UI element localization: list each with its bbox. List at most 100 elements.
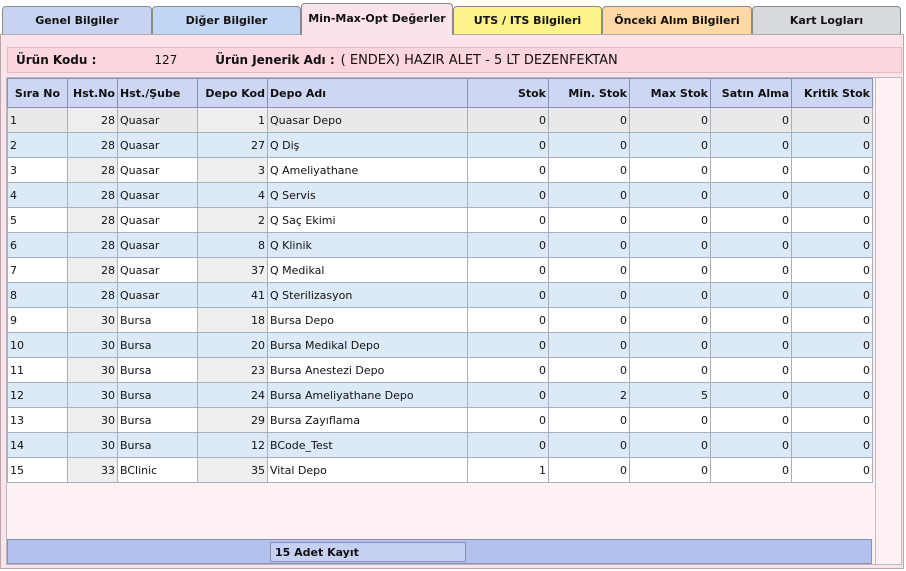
cell-hst-no[interactable]: 30	[67, 382, 118, 408]
cell-kritik-stok[interactable]: 0	[791, 182, 873, 208]
cell-depo-adi[interactable]: Q Ameliyathane	[267, 157, 468, 183]
column-header-kritik-stok[interactable]: Kritik Stok	[791, 78, 873, 108]
cell-depo-kod[interactable]: 18	[197, 307, 268, 333]
cell-depo-adi[interactable]: Q Servis	[267, 182, 468, 208]
cell-max-stok[interactable]: 0	[629, 232, 711, 258]
table-row[interactable]: 5 28 Quasar 2 Q Saç Ekimi 0 0 0 0 0	[7, 207, 873, 233]
cell-min-stok[interactable]: 0	[548, 357, 630, 383]
cell-max-stok[interactable]: 0	[629, 157, 711, 183]
column-header-hst-sube[interactable]: Hst./Şube	[117, 78, 198, 108]
cell-hst-no[interactable]: 30	[67, 357, 118, 383]
cell-stok[interactable]: 0	[467, 107, 549, 133]
cell-max-stok[interactable]: 0	[629, 307, 711, 333]
tab-onceki-alim-bilgileri[interactable]: Önceki Alım Bilgileri	[602, 6, 752, 34]
tab-diger-bilgiler[interactable]: Diğer Bilgiler	[152, 6, 301, 34]
cell-hst-sube[interactable]: Quasar	[117, 257, 198, 283]
cell-hst-sube[interactable]: Bursa	[117, 432, 198, 458]
cell-hst-no[interactable]: 28	[67, 257, 118, 283]
cell-satin-alma[interactable]: 0	[710, 307, 792, 333]
cell-depo-kod[interactable]: 1	[197, 107, 268, 133]
cell-sira-no[interactable]: 4	[7, 182, 68, 208]
cell-hst-no[interactable]: 30	[67, 307, 118, 333]
cell-max-stok[interactable]: 0	[629, 107, 711, 133]
cell-hst-no[interactable]: 28	[67, 132, 118, 158]
cell-depo-adi[interactable]: BCode_Test	[267, 432, 468, 458]
table-row[interactable]: 8 28 Quasar 41 Q Sterilizasyon 0 0 0 0 0	[7, 282, 873, 308]
cell-hst-no[interactable]: 30	[67, 332, 118, 358]
cell-hst-sube[interactable]: Quasar	[117, 107, 198, 133]
table-row[interactable]: 9 30 Bursa 18 Bursa Depo 0 0 0 0 0	[7, 307, 873, 333]
cell-stok[interactable]: 0	[467, 307, 549, 333]
cell-min-stok[interactable]: 0	[548, 282, 630, 308]
cell-max-stok[interactable]: 0	[629, 457, 711, 483]
cell-min-stok[interactable]: 0	[548, 407, 630, 433]
cell-depo-adi[interactable]: Bursa Depo	[267, 307, 468, 333]
cell-max-stok[interactable]: 5	[629, 382, 711, 408]
cell-stok[interactable]: 0	[467, 382, 549, 408]
cell-stok[interactable]: 0	[467, 257, 549, 283]
cell-sira-no[interactable]: 8	[7, 282, 68, 308]
cell-satin-alma[interactable]: 0	[710, 432, 792, 458]
cell-kritik-stok[interactable]: 0	[791, 307, 873, 333]
cell-sira-no[interactable]: 11	[7, 357, 68, 383]
cell-min-stok[interactable]: 0	[548, 132, 630, 158]
cell-sira-no[interactable]: 12	[7, 382, 68, 408]
cell-depo-kod[interactable]: 35	[197, 457, 268, 483]
column-header-depo-kod[interactable]: Depo Kod	[197, 78, 268, 108]
cell-depo-adi[interactable]: Q Klinik	[267, 232, 468, 258]
cell-kritik-stok[interactable]: 0	[791, 457, 873, 483]
cell-stok[interactable]: 0	[467, 332, 549, 358]
cell-hst-sube[interactable]: Bursa	[117, 382, 198, 408]
cell-max-stok[interactable]: 0	[629, 132, 711, 158]
tab-uts-its-bilgileri[interactable]: UTS / ITS Bilgileri	[453, 6, 602, 34]
table-row[interactable]: 7 28 Quasar 37 Q Medikal 0 0 0 0 0	[7, 257, 873, 283]
cell-depo-adi[interactable]: Q Medikal	[267, 257, 468, 283]
cell-satin-alma[interactable]: 0	[710, 107, 792, 133]
cell-depo-adi[interactable]: Bursa Ameliyathane Depo	[267, 382, 468, 408]
cell-sira-no[interactable]: 1	[7, 107, 68, 133]
cell-max-stok[interactable]: 0	[629, 357, 711, 383]
cell-depo-adi[interactable]: Bursa Zayıflama	[267, 407, 468, 433]
column-header-satin-alma[interactable]: Satın Alma	[710, 78, 792, 108]
cell-depo-kod[interactable]: 4	[197, 182, 268, 208]
cell-stok[interactable]: 0	[467, 207, 549, 233]
cell-hst-sube[interactable]: BClinic	[117, 457, 198, 483]
cell-hst-sube[interactable]: Quasar	[117, 182, 198, 208]
cell-hst-sube[interactable]: Quasar	[117, 232, 198, 258]
cell-satin-alma[interactable]: 0	[710, 357, 792, 383]
cell-hst-no[interactable]: 28	[67, 107, 118, 133]
table-row[interactable]: 6 28 Quasar 8 Q Klinik 0 0 0 0 0	[7, 232, 873, 258]
cell-stok[interactable]: 0	[467, 357, 549, 383]
cell-sira-no[interactable]: 5	[7, 207, 68, 233]
column-header-depo-adi[interactable]: Depo Adı	[267, 78, 468, 108]
cell-hst-no[interactable]: 28	[67, 232, 118, 258]
cell-kritik-stok[interactable]: 0	[791, 432, 873, 458]
cell-min-stok[interactable]: 0	[548, 332, 630, 358]
cell-min-stok[interactable]: 0	[548, 232, 630, 258]
cell-hst-no[interactable]: 28	[67, 157, 118, 183]
cell-sira-no[interactable]: 13	[7, 407, 68, 433]
cell-satin-alma[interactable]: 0	[710, 457, 792, 483]
cell-satin-alma[interactable]: 0	[710, 232, 792, 258]
table-row[interactable]: 14 30 Bursa 12 BCode_Test 0 0 0 0 0	[7, 432, 873, 458]
cell-depo-adi[interactable]: Q Sterilizasyon	[267, 282, 468, 308]
cell-depo-kod[interactable]: 2	[197, 207, 268, 233]
cell-max-stok[interactable]: 0	[629, 407, 711, 433]
table-row[interactable]: 4 28 Quasar 4 Q Servis 0 0 0 0 0	[7, 182, 873, 208]
cell-max-stok[interactable]: 0	[629, 282, 711, 308]
table-row[interactable]: 12 30 Bursa 24 Bursa Ameliyathane Depo 0 2 5 0 0	[7, 382, 873, 408]
cell-hst-no[interactable]: 28	[67, 282, 118, 308]
cell-depo-adi[interactable]: Quasar Depo	[267, 107, 468, 133]
column-header-max-stok[interactable]: Max Stok	[629, 78, 711, 108]
column-header-hst-no[interactable]: Hst.No	[67, 78, 118, 108]
cell-min-stok[interactable]: 0	[548, 157, 630, 183]
cell-depo-kod[interactable]: 27	[197, 132, 268, 158]
cell-hst-no[interactable]: 28	[67, 207, 118, 233]
column-header-min-stok[interactable]: Min. Stok	[548, 78, 630, 108]
cell-satin-alma[interactable]: 0	[710, 132, 792, 158]
cell-depo-kod[interactable]: 20	[197, 332, 268, 358]
tab-kart-loglari[interactable]: Kart Logları	[752, 6, 901, 34]
cell-min-stok[interactable]: 0	[548, 257, 630, 283]
tab-min-max-opt-degerler[interactable]: Min-Max-Opt Değerler	[301, 3, 453, 35]
cell-satin-alma[interactable]: 0	[710, 282, 792, 308]
